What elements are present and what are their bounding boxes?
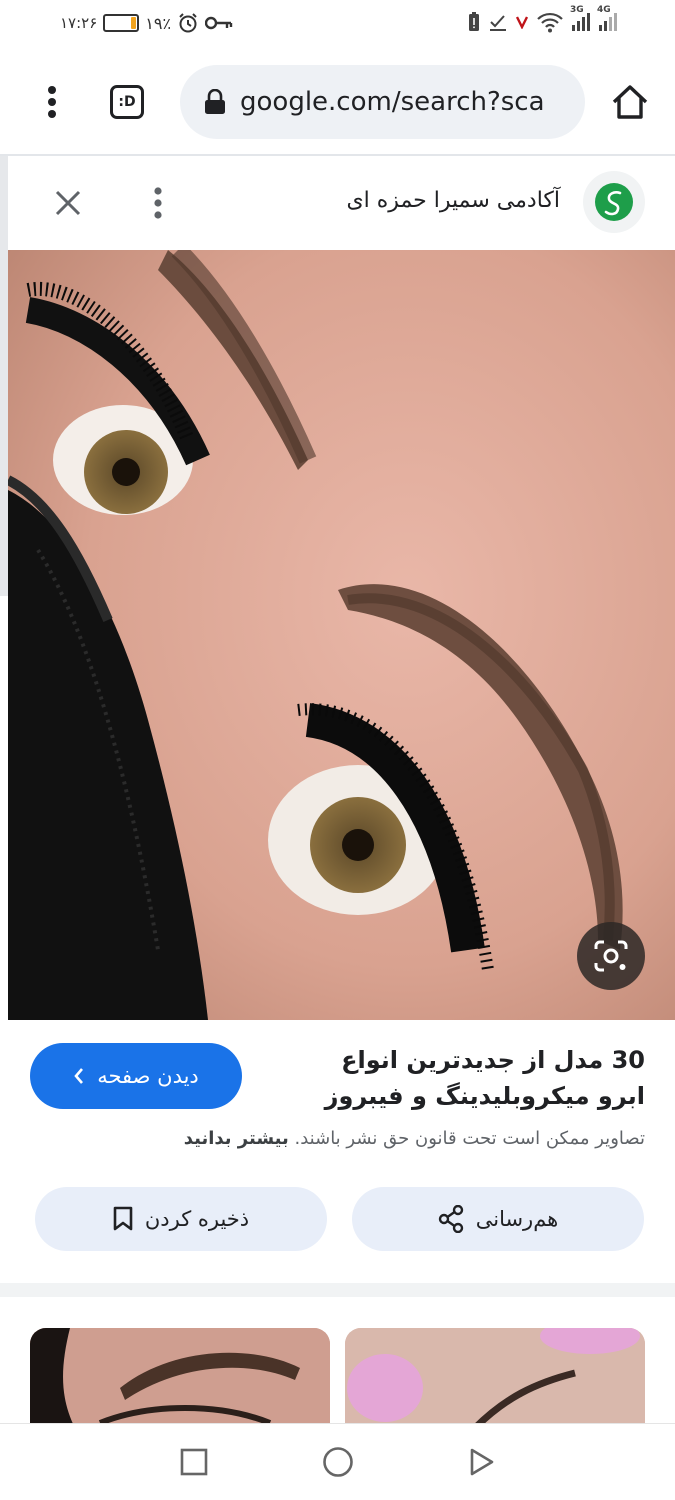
key-icon: [205, 16, 233, 30]
home-nav-button[interactable]: [318, 1442, 358, 1482]
panel-more-button[interactable]: [134, 179, 182, 227]
share-button[interactable]: هم‌رسانی: [352, 1187, 644, 1251]
url-text: google.com/search?sca: [240, 87, 545, 117]
bookmark-icon: [113, 1206, 133, 1231]
home-button[interactable]: [606, 78, 654, 126]
chevron-left-icon: [74, 1068, 84, 1084]
result-image[interactable]: [8, 250, 675, 1020]
alarm-icon: [179, 13, 197, 33]
section-separator: [0, 1283, 675, 1297]
save-button[interactable]: ذخیره کردن: [35, 1187, 327, 1251]
lens-icon: [594, 940, 628, 972]
related-image-2[interactable]: [345, 1328, 645, 1428]
battery-saver-icon: [469, 12, 479, 31]
back-button[interactable]: [462, 1442, 502, 1482]
clock: ۱۷:۲۶: [60, 14, 98, 32]
check-download-icon: [490, 15, 506, 31]
wifi-icon: [537, 12, 563, 33]
home-circle-icon: [323, 1447, 353, 1477]
related-image-1[interactable]: [30, 1328, 330, 1428]
lock-icon: [205, 89, 225, 114]
share-icon: [438, 1205, 463, 1233]
4g-signal-icon: 4G: [597, 5, 617, 31]
recents-button[interactable]: [174, 1442, 214, 1482]
4g-label: 4G: [597, 5, 611, 15]
address-bar[interactable]: google.com/search?sca: [180, 65, 585, 139]
3g-label: 3G: [570, 5, 584, 15]
3g-signal-icon: 3G: [570, 5, 590, 31]
result-title[interactable]: 30 مدل از جدیدترین انواع ابرو میکروبلیدی…: [295, 1042, 645, 1114]
image-panel-header: آکادمی سمیرا حمزه ای: [8, 156, 675, 250]
tab-switcher-icon: :D: [110, 85, 144, 119]
recents-icon: [180, 1448, 208, 1476]
status-right: 3G 4G: [468, 5, 617, 33]
close-button[interactable]: [44, 179, 92, 227]
eyebrow-photo: [8, 250, 675, 1020]
tab-switcher-button[interactable]: :D: [103, 78, 151, 126]
copyright-notice: تصاویر ممکن است تحت قانون حق نشر باشند. …: [25, 1128, 645, 1149]
kebab-menu-icon: [48, 86, 56, 118]
site-name[interactable]: آکادمی سمیرا حمزه ای: [346, 188, 560, 213]
battery-icon: [103, 14, 140, 32]
related-photo-2: [345, 1328, 645, 1428]
google-lens-button[interactable]: [577, 922, 645, 990]
kebab-menu-icon: [154, 187, 162, 219]
back-triangle-icon: [470, 1448, 494, 1476]
share-label: هم‌رسانی: [475, 1207, 559, 1231]
status-left: ۱۷:۲۶ ۱۹٪: [60, 12, 233, 34]
system-nav-bar: [0, 1423, 675, 1500]
visit-page-label: دیدن صفحه: [97, 1064, 199, 1088]
status-bar: ۱۷:۲۶ ۱۹٪ 3G 4G: [0, 0, 675, 50]
learn-more-link[interactable]: بیشتر بدانید: [184, 1128, 289, 1149]
more-options-button[interactable]: [28, 78, 76, 126]
site-logo[interactable]: [583, 171, 645, 233]
save-label: ذخیره کردن: [144, 1207, 250, 1231]
copyright-text: تصاویر ممکن است تحت قانون حق نشر باشند.: [294, 1128, 645, 1149]
visit-page-button[interactable]: دیدن صفحه: [30, 1043, 242, 1109]
vodafone-icon: [516, 16, 528, 29]
browser-toolbar: :D google.com/search?sca: [0, 60, 675, 150]
battery-level: [130, 17, 137, 29]
scroll-edge: [0, 156, 8, 596]
related-photo-1: [30, 1328, 330, 1428]
home-icon: [612, 85, 648, 119]
site-logo-icon: [595, 183, 633, 221]
close-icon: [55, 190, 81, 216]
battery-percent: ۱۹٪: [145, 13, 172, 33]
